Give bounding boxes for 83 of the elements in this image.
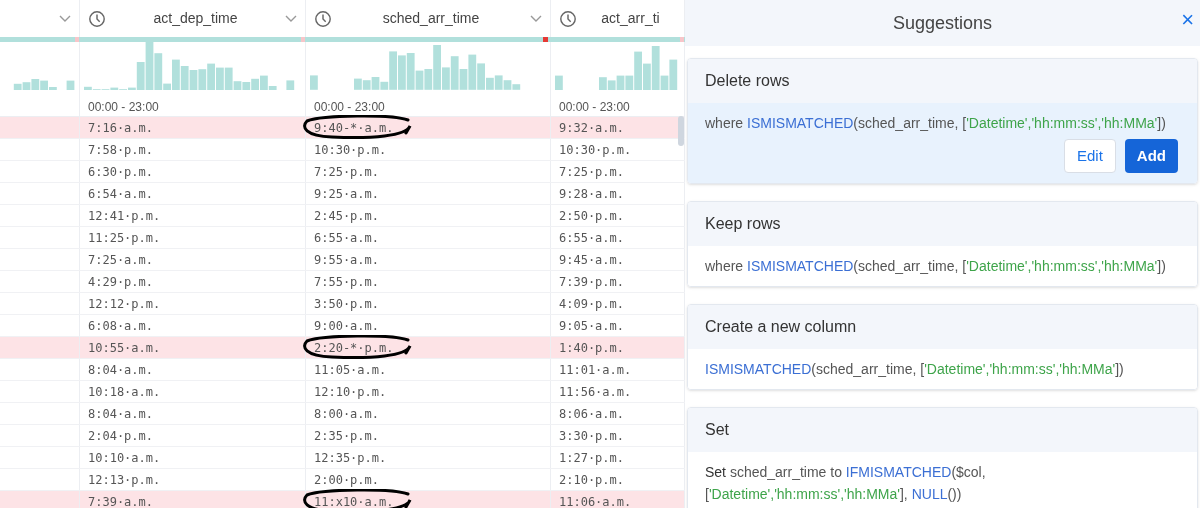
- table-cell: 2:50·p.m.: [559, 208, 625, 223]
- table-cell: 6:54·a.m.: [88, 186, 154, 201]
- table-cell: 8:00·a.m.: [314, 406, 380, 421]
- chevron-down-icon[interactable]: [285, 14, 297, 23]
- table-cell: 12:12·p.m.: [88, 296, 161, 311]
- card-title: Create a new column: [705, 317, 857, 337]
- clock-icon: [559, 9, 577, 28]
- table-cell: 1:27·p.m.: [559, 450, 625, 465]
- chevron-down-icon[interactable]: [59, 14, 71, 23]
- table-cell: 9:25·a.m.: [314, 186, 380, 201]
- table-cell: 11:56·a.m.: [559, 384, 632, 399]
- table-cell: 11:06·a.m.: [559, 494, 632, 508]
- column-header[interactable]: sched_arr_time: [340, 8, 522, 29]
- table-cell: 10:18·a.m.: [88, 384, 161, 399]
- table-cell: 10:30·p.m.: [314, 142, 387, 157]
- table-cell: 9:32·a.m.: [559, 120, 625, 135]
- table-cell: 2:20-*·p.m.: [314, 340, 394, 355]
- clock-icon: [88, 9, 106, 28]
- expression-text: Set sched_arr_time to IFMISMATCHED($col, ['Datetime','hh:mm:ss','hh:MMa'], NULL()): [705, 463, 987, 504]
- card-title: Delete rows: [705, 71, 790, 91]
- card-title: Keep rows: [705, 214, 781, 234]
- panel-title: Suggestions: [892, 11, 993, 35]
- range-label: 00:00 - 23:00: [314, 100, 385, 114]
- card-title: Set: [705, 420, 729, 440]
- table-cell: 2:00·p.m.: [314, 472, 380, 487]
- table-cell: 10:10·a.m.: [88, 450, 161, 465]
- expression-text: where ISMISMATCHED(sched_arr_time, ['Datetime','hh:mm:ss','hh:MMa']): [705, 114, 1167, 133]
- table-cell: 9:00·a.m.: [314, 318, 380, 333]
- table-cell: 7:16·a.m.: [88, 120, 154, 135]
- add-button[interactable]: Add: [1124, 139, 1178, 173]
- table-cell: 7:25·p.m.: [314, 164, 380, 179]
- suggestion-card[interactable]: Set Set sched_arr_time to IFMISMATCHED($col, ['Datetime','hh:mm:ss','hh:MMa'], NULL()): [687, 407, 1198, 508]
- table-cell: 7:25·p.m.: [559, 164, 625, 179]
- table-cell: 2:35·p.m.: [314, 428, 380, 443]
- clock-icon: [314, 9, 332, 28]
- table-cell: 6:08·a.m.: [88, 318, 154, 333]
- table-cell: 4:09·p.m.: [559, 296, 625, 311]
- table-cell: 11:x10·a.m.: [314, 494, 394, 508]
- expression-text: where ISMISMATCHED(sched_arr_time, ['Datetime','hh:mm:ss','hh:MMa']): [705, 257, 1167, 276]
- table-cell: 12:10·p.m.: [314, 384, 387, 399]
- table-cell: 7:25·a.m.: [88, 252, 154, 267]
- table-cell: 6:55·a.m.: [314, 230, 380, 245]
- close-button[interactable]: ×: [1177, 9, 1198, 31]
- table-cell: 3:50·p.m.: [314, 296, 380, 311]
- table-cell: 10:30·p.m.: [559, 142, 632, 157]
- suggestion-card[interactable]: Keep rows where ISMISMATCHED(sched_arr_time, ['Datetime','hh:mm:ss','hh:MMa']): [687, 201, 1198, 287]
- table-cell: 9:40-*·a.m.: [314, 120, 394, 135]
- table-cell: 7:55·p.m.: [314, 274, 380, 289]
- column-header[interactable]: act_dep_time: [114, 8, 277, 29]
- table-cell: 6:30·p.m.: [88, 164, 154, 179]
- suggestion-card[interactable]: Create a new column ISMISMATCHED(sched_arr_time, ['Datetime','hh:mm:ss','hh:MMa']): [687, 304, 1198, 390]
- table-cell: 4:29·p.m.: [88, 274, 154, 289]
- table-cell: 12:13·p.m.: [88, 472, 161, 487]
- table-cell: 2:04·p.m.: [88, 428, 154, 443]
- table-cell: 7:39·p.m.: [559, 274, 625, 289]
- table-cell: 9:55·a.m.: [314, 252, 380, 267]
- table-cell: 9:28·a.m.: [559, 186, 625, 201]
- column-header[interactable]: act_arr_ti: [585, 8, 676, 29]
- table-cell: 7:39·a.m.: [88, 494, 154, 508]
- table-cell: 10:55·a.m.: [88, 340, 161, 355]
- table-cell: 2:10·p.m.: [559, 472, 625, 487]
- table-cell: 11:25·p.m.: [88, 230, 161, 245]
- table-cell: 1:40·p.m.: [559, 340, 625, 355]
- range-label: 00:00 - 23:00: [559, 100, 630, 114]
- range-label: 00:00 - 23:00: [88, 100, 159, 114]
- table-cell: 8:04·a.m.: [88, 406, 154, 421]
- table-cell: 12:41·p.m.: [88, 208, 161, 223]
- suggestion-card[interactable]: Delete rows where ISMISMATCHED(sched_arr_time, ['Datetime','hh:mm:ss','hh:MMa']) Edit Add: [687, 58, 1198, 184]
- table-cell: 8:06·a.m.: [559, 406, 625, 421]
- chevron-down-icon[interactable]: [530, 14, 542, 23]
- table-cell: 12:35·p.m.: [314, 450, 387, 465]
- table-cell: 6:55·a.m.: [559, 230, 625, 245]
- table-cell: 7:58·p.m.: [88, 142, 154, 157]
- table-cell: 3:30·p.m.: [559, 428, 625, 443]
- scrollbar-thumb[interactable]: [678, 116, 684, 146]
- table-cell: 11:05·a.m.: [314, 362, 387, 377]
- table-cell: 11:01·a.m.: [559, 362, 632, 377]
- table-cell: 8:04·a.m.: [88, 362, 154, 377]
- table-cell: 9:45·a.m.: [559, 252, 625, 267]
- edit-button[interactable]: Edit: [1063, 139, 1116, 173]
- table-cell: 9:05·a.m.: [559, 318, 625, 333]
- table-cell: 2:45·p.m.: [314, 208, 380, 223]
- expression-text: ISMISMATCHED(sched_arr_time, ['Datetime','hh:mm:ss','hh:MMa']): [705, 360, 1125, 379]
